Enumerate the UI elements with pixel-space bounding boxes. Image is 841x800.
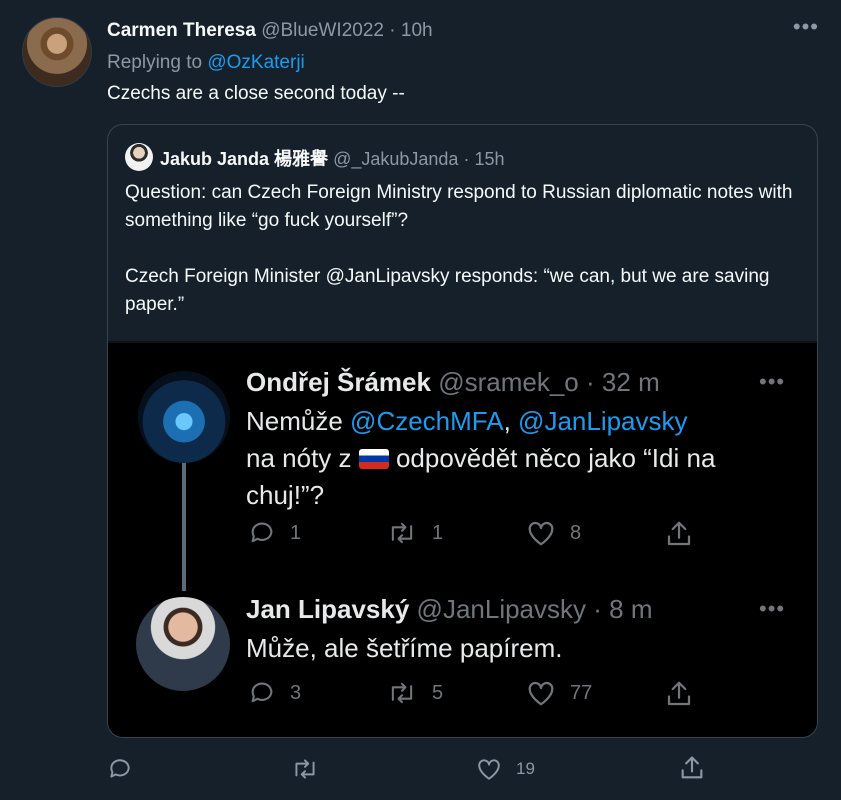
- image-tweet2-like: 77: [526, 679, 592, 707]
- lipavsky-avatar: [136, 597, 230, 691]
- t1-text-c: na nóty z: [246, 443, 359, 473]
- share-icon: [681, 756, 703, 779]
- tweet-header: Carmen Theresa @BlueWI2022 · 10h: [107, 20, 433, 42]
- image-tweet2-handle: @JanLipavsky: [416, 594, 587, 624]
- replying-prefix: Replying to: [107, 52, 203, 73]
- t1-mention-janlipavsky: @JanLipavsky: [518, 406, 688, 436]
- quoted-author-avatar: [125, 143, 153, 171]
- like-button[interactable]: 19: [476, 756, 535, 782]
- image-tweet1-reply-count: 1: [290, 521, 302, 544]
- image-tweet2-reply: 3: [248, 679, 301, 707]
- image-tweet2-separator: ·: [593, 594, 602, 624]
- image-tweet2-like-count: 77: [570, 681, 593, 704]
- t1-mention-czechmfa: @CzechMFA: [350, 406, 504, 436]
- quoted-separator: ·: [463, 149, 470, 169]
- retweet-button[interactable]: [290, 756, 334, 782]
- author-avatar[interactable]: [22, 17, 92, 87]
- image-tweet1-retweet: 1: [386, 519, 443, 547]
- image-tweet2-retweet: 5: [386, 679, 443, 707]
- quoted-author-handle: @_JakubJanda: [333, 149, 459, 169]
- author-handle[interactable]: @BlueWI2022: [261, 20, 384, 41]
- reply-button[interactable]: [107, 756, 147, 782]
- share-button[interactable]: [678, 754, 720, 782]
- quoted-tweet-header: Jakub Janda 楊雅譽 @_JakubJanda · 15h: [160, 145, 505, 171]
- quoted-paragraph-2: Czech Foreign Minister @JanLipavsky resp…: [125, 266, 770, 315]
- t1-text-a: Nemůže: [246, 406, 351, 436]
- quoted-tweet-text: Question: can Czech Foreign Ministry res…: [125, 179, 805, 319]
- image-tweet1-retweet-count: 1: [432, 521, 444, 544]
- image-tweet1-like: 8: [526, 519, 581, 547]
- image-tweet1-share: [664, 519, 708, 549]
- retweet-icon: [391, 522, 413, 544]
- image-tweet1-handle: @sramek_o: [438, 367, 579, 397]
- image-tweet1-header: Ondřej Šrámek @sramek_o · 32 m: [246, 367, 660, 398]
- image-tweet2-retweet-count: 5: [432, 681, 444, 704]
- quoted-tweet[interactable]: Jakub Janda 楊雅譽 @_JakubJanda · 15h Quest…: [107, 124, 818, 738]
- retweet-icon: [391, 682, 413, 704]
- heart-icon: [478, 759, 500, 780]
- like-count: 19: [516, 759, 535, 778]
- t1-text-b: ,: [503, 406, 519, 436]
- image-tweet2-name: Jan Lipavský: [246, 594, 410, 624]
- image-tweet2-text: Může, ale šetříme papírem.: [246, 633, 563, 663]
- embedded-screenshot-image[interactable]: Ondřej Šrámek @sramek_o · 32 m ••• Nemůž…: [108, 341, 817, 737]
- tweet-text: Czechs are a close second today --: [107, 83, 405, 104]
- image-tweet1-time: 32 m: [601, 367, 660, 397]
- quoted-paragraph-1: Question: can Czech Foreign Ministry res…: [125, 182, 793, 231]
- image-tweet1-like-count: 8: [570, 521, 582, 544]
- replying-to: Replying to @OzKaterji: [107, 52, 305, 74]
- reply-icon: [251, 522, 273, 543]
- reply-icon: [110, 759, 130, 778]
- image-tweet1-name: Ondřej Šrámek: [246, 367, 431, 397]
- author-name[interactable]: Carmen Theresa: [107, 20, 256, 41]
- russia-flag-icon: [358, 449, 389, 469]
- image-tweet1-separator: ·: [586, 367, 595, 397]
- thread-connector-line: [182, 463, 186, 591]
- replying-to-link[interactable]: @OzKaterji: [207, 52, 304, 73]
- sramek-avatar: [138, 371, 230, 463]
- header-separator: ·: [389, 20, 396, 41]
- quoted-time: 15h: [474, 149, 505, 169]
- quoted-author-name: Jakub Janda 楊雅譽: [160, 149, 329, 169]
- image-tweet1-more-icon: •••: [759, 369, 786, 394]
- share-icon: [667, 521, 691, 546]
- image-tweet1-text: Nemůže @CzechMFA, @JanLipavsky na nóty z…: [246, 403, 716, 514]
- more-options-icon[interactable]: •••: [793, 14, 819, 40]
- retweet-icon: [295, 759, 315, 779]
- image-tweet1-reply: 1: [248, 519, 301, 547]
- image-tweet2-more-icon: •••: [759, 596, 786, 621]
- image-tweet2-time: 8 m: [609, 594, 653, 624]
- image-tweet2-share: [664, 679, 708, 709]
- tweet-time[interactable]: 10h: [401, 20, 433, 41]
- share-icon: [667, 681, 691, 706]
- reply-icon: [251, 682, 273, 703]
- image-tweet2-reply-count: 3: [290, 681, 302, 704]
- heart-icon: [528, 681, 554, 706]
- image-tweet2-header: Jan Lipavský @JanLipavsky · 8 m: [246, 594, 653, 625]
- heart-icon: [528, 521, 554, 546]
